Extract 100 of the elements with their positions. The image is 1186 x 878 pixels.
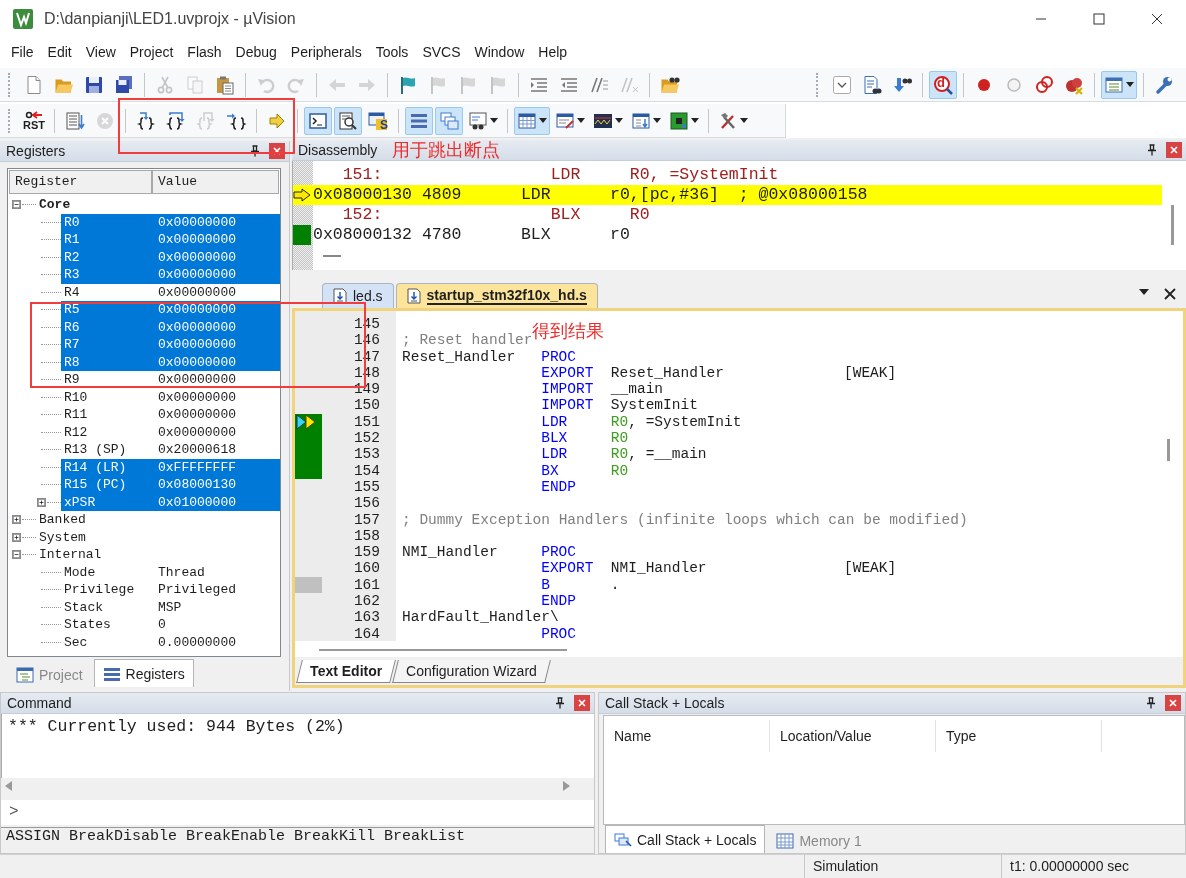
register-row[interactable]: R9 0x00000000: [61, 371, 280, 389]
register-name: R10: [63, 388, 89, 406]
register-row[interactable]: R15 (PC) 0x08000130: [61, 476, 280, 494]
register-row[interactable]: R3 0x00000000: [61, 266, 280, 284]
pin-icon[interactable]: [1146, 144, 1158, 156]
call-stack-window-button[interactable]: [435, 106, 463, 135]
pin-icon[interactable]: [249, 145, 261, 157]
close-icon[interactable]: [1164, 288, 1176, 300]
register-row[interactable]: R12 0x00000000: [61, 423, 280, 441]
register-name: xPSR: [63, 493, 97, 511]
flag-icon: [458, 74, 478, 95]
toolbar-grip[interactable]: [816, 72, 821, 97]
register-row[interactable]: R13 (SP) 0x20000618: [61, 441, 280, 459]
command-window-button[interactable]: [304, 106, 332, 135]
register-row[interactable]: Internal: [36, 546, 280, 564]
line-number: 157: [353, 511, 380, 528]
menu-item[interactable]: Peripherals: [283, 39, 369, 65]
editor-mode-tab[interactable]: Text Editor: [296, 660, 396, 683]
panel-tab[interactable]: Registers: [93, 659, 194, 687]
column-header[interactable]: Register: [9, 170, 152, 194]
register-row[interactable]: R0 0x00000000: [61, 213, 280, 231]
scroll-right-icon[interactable]: [562, 780, 570, 791]
file-tab[interactable]: led.s: [322, 283, 394, 308]
window-layout-button[interactable]: [1101, 70, 1137, 99]
register-value: 0x00000000: [158, 213, 236, 231]
register-name: R3: [63, 266, 81, 284]
menu-item[interactable]: Flash: [180, 39, 229, 65]
folder-binoculars-icon: [660, 74, 680, 95]
register-row[interactable]: R4 0x00000000: [61, 283, 280, 301]
memory-window-button[interactable]: [514, 106, 550, 135]
close-button[interactable]: [1165, 695, 1181, 711]
register-row[interactable]: Core: [36, 196, 280, 214]
register-row[interactable]: Banked: [36, 511, 280, 529]
operands: R0: [629, 205, 650, 225]
address: 0x08000132: [313, 225, 414, 245]
column-header[interactable]: Location/Value: [770, 720, 936, 752]
file-tab[interactable]: startup_stm32f10x_hd.s: [395, 283, 598, 308]
pane-title: Call Stack + Locals: [605, 695, 725, 711]
blank-page-icon: [24, 74, 44, 95]
register-row[interactable]: R14 (LR) 0xFFFFFFFF: [61, 458, 280, 476]
menu-item[interactable]: Tools: [368, 39, 416, 65]
command-input[interactable]: >: [1, 799, 594, 825]
window-icon: [1104, 74, 1124, 95]
scrollbar-thumb[interactable]: [319, 649, 567, 651]
register-value: 0x00000000: [158, 248, 236, 266]
scroll-left-icon[interactable]: [5, 780, 13, 791]
disassembly-window-button[interactable]: [334, 106, 362, 135]
scrollbar-thumb[interactable]: [1167, 439, 1170, 461]
tree-toggle[interactable]: [12, 550, 21, 559]
register-name: R14 (LR): [63, 458, 128, 476]
opcode: 4809: [421, 185, 463, 205]
menu-item[interactable]: Help: [531, 39, 575, 65]
menu-item[interactable]: View: [78, 39, 123, 65]
register-row[interactable]: Sec 0.00000000: [61, 633, 280, 651]
menu-item[interactable]: Window: [467, 39, 532, 65]
debug-button[interactable]: d: [929, 70, 957, 99]
register-row[interactable]: R10 0x00000000: [61, 388, 280, 406]
dropdown-caret-icon: [577, 118, 585, 123]
column-header[interactable]: Value: [152, 170, 279, 194]
register-row[interactable]: R11 0x00000000: [61, 406, 280, 424]
menu-item[interactable]: SVCS: [415, 39, 468, 65]
line-number: 158: [353, 527, 380, 544]
register-row[interactable]: States 0: [61, 616, 280, 634]
pin-icon[interactable]: [1145, 697, 1157, 709]
toolbar-grip[interactable]: [8, 108, 13, 133]
register-name: Mode: [63, 563, 97, 581]
braces-arrow-icon: [136, 110, 156, 131]
scrollbar-thumb[interactable]: [1171, 205, 1174, 245]
register-row[interactable]: R7 0x00000000: [61, 336, 280, 354]
column-header[interactable]: Type: [936, 720, 1102, 752]
register-row[interactable]: Privilege Privileged: [61, 581, 280, 599]
tree-toggle[interactable]: [37, 497, 46, 507]
reset-button[interactable]: RST: [20, 106, 48, 135]
register-value: 0x00000000: [158, 283, 236, 301]
menu-item[interactable]: Project: [122, 39, 181, 65]
menu-item[interactable]: Edit: [40, 39, 79, 65]
register-value: 0x01000000: [158, 493, 236, 511]
menu-item[interactable]: Debug: [228, 39, 284, 65]
tree-toggle[interactable]: [12, 515, 21, 524]
editor-mode-tab[interactable]: Configuration Wizard: [392, 660, 551, 683]
pin-icon[interactable]: [554, 697, 566, 709]
menu-item[interactable]: File: [4, 39, 41, 65]
column-header[interactable]: Name: [604, 720, 770, 752]
toolbar-grip[interactable]: [8, 72, 13, 97]
code-keyword: B: [541, 576, 550, 593]
register-row[interactable]: R1 0x00000000: [61, 231, 280, 249]
register-row[interactable]: System: [36, 528, 280, 546]
close-button[interactable]: [574, 695, 590, 711]
code-operand: __main: [610, 381, 664, 398]
register-name: System: [38, 528, 87, 546]
panel-tab[interactable]: Call Stack + Locals: [605, 825, 766, 853]
register-row[interactable]: Stack MSP: [61, 598, 280, 616]
tree-toggle[interactable]: [12, 200, 21, 209]
close-button[interactable]: [1166, 142, 1182, 158]
register-row[interactable]: Mode Thread: [61, 563, 280, 581]
tab-list-icon[interactable]: [1138, 288, 1150, 296]
pane-title: Command: [7, 695, 72, 711]
scrollbar-thumb[interactable]: [323, 255, 341, 257]
registers-window-button[interactable]: [405, 106, 433, 135]
tree-toggle[interactable]: [12, 532, 21, 542]
